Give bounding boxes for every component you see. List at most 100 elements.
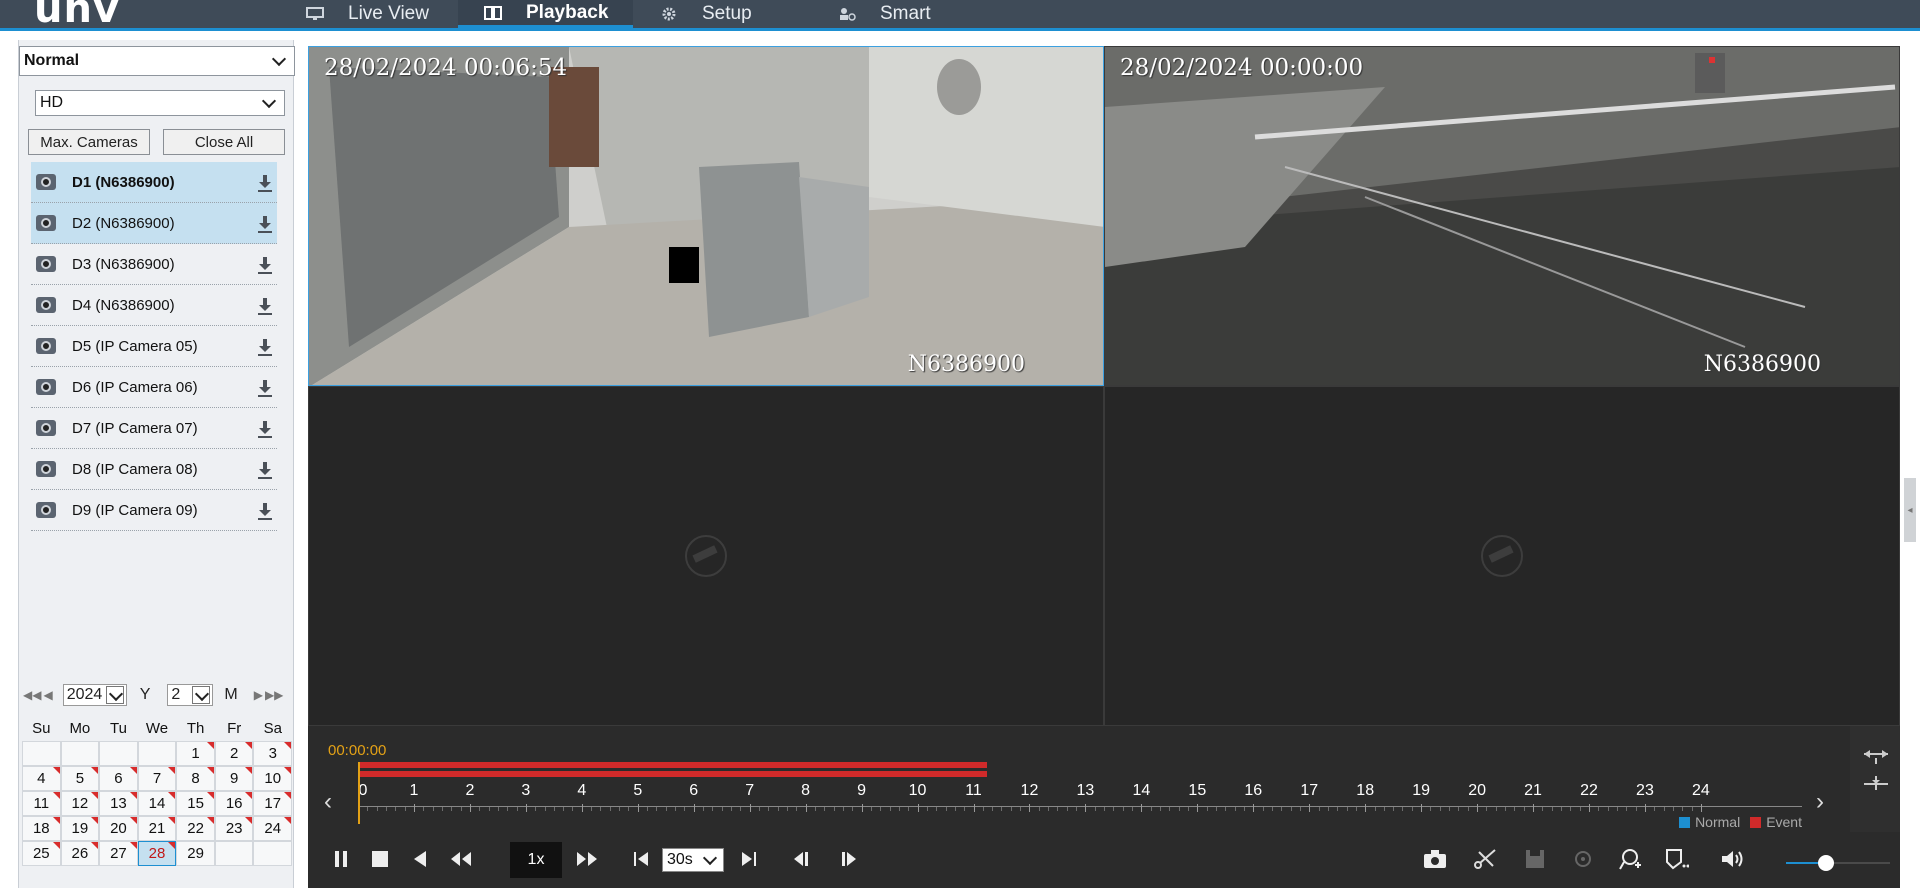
download-icon[interactable]: [258, 380, 272, 396]
calendar-day[interactable]: 17: [253, 791, 293, 816]
tab-setup[interactable]: Setup: [660, 0, 790, 28]
download-icon[interactable]: [258, 216, 272, 232]
download-icon[interactable]: [258, 462, 272, 478]
calendar-day[interactable]: 19: [60, 816, 100, 841]
tab-playback[interactable]: Playback: [458, 0, 633, 28]
year-select[interactable]: 2024: [62, 684, 127, 706]
stop-icon[interactable]: [367, 846, 393, 872]
timeline[interactable]: 00:00:00 0 1 2 3 4 5 6 7 8 9 10 11 12 13 14 15 16 17 18 19 2…: [308, 726, 1900, 832]
minor-tick: [1626, 807, 1628, 811]
calendar-day[interactable]: 6: [99, 766, 138, 791]
camera-item[interactable]: D3 (N6386900): [31, 244, 277, 285]
minor-tick: [833, 807, 835, 811]
download-icon[interactable]: [258, 503, 272, 519]
calendar-day[interactable]: 12: [60, 791, 100, 816]
volume-knob[interactable]: [1817, 855, 1834, 871]
calendar-day[interactable]: 29: [176, 841, 215, 866]
tab-smart[interactable]: Smart: [838, 0, 968, 28]
reverse-play-icon[interactable]: [407, 846, 433, 872]
volume-slider[interactable]: [1786, 855, 1890, 871]
tab-live-view[interactable]: Live View: [306, 0, 436, 28]
close-all-button[interactable]: Close All: [163, 129, 285, 155]
minor-tick: [796, 807, 798, 811]
next-year-icon[interactable]: ▶▶: [265, 688, 283, 702]
camera-item[interactable]: D8 (IP Camera 08): [31, 449, 277, 490]
camera-item[interactable]: D6 (IP Camera 06): [31, 367, 277, 408]
minor-tick: [880, 807, 882, 811]
chevron-down-icon: [701, 851, 719, 869]
download-icon[interactable]: [258, 175, 272, 191]
calendar-day[interactable]: 18: [22, 816, 61, 841]
calendar-day[interactable]: 23: [214, 816, 254, 841]
calendar-day[interactable]: 21: [137, 816, 177, 841]
pause-icon[interactable]: [328, 846, 354, 872]
download-icon[interactable]: [258, 339, 272, 355]
calendar-day[interactable]: 10: [253, 766, 293, 791]
calendar-day[interactable]: 1: [176, 741, 215, 766]
download-icon[interactable]: [258, 298, 272, 314]
calendar-day[interactable]: 27: [99, 841, 138, 866]
volume-icon[interactable]: [1720, 846, 1746, 872]
minor-tick: [1439, 807, 1441, 811]
camera-item[interactable]: D2 (N6386900): [31, 203, 277, 244]
calendar-day[interactable]: 20: [99, 816, 138, 841]
video-tile-3[interactable]: [308, 386, 1104, 726]
calendar-empty-cell: [99, 741, 138, 766]
calendar-day[interactable]: 9: [214, 766, 254, 791]
calendar-day[interactable]: 28: [137, 841, 177, 866]
tag-icon[interactable]: [1664, 846, 1690, 872]
camera-item[interactable]: D7 (IP Camera 07): [31, 408, 277, 449]
calendar-day[interactable]: 2: [214, 741, 254, 766]
stream-select[interactable]: HD: [35, 90, 285, 116]
camera-item[interactable]: D9 (IP Camera 09): [31, 490, 277, 531]
download-icon[interactable]: [258, 257, 272, 273]
calendar-day[interactable]: 26: [60, 841, 100, 866]
month-select[interactable]: 2: [167, 684, 214, 706]
calendar-day[interactable]: 22: [176, 816, 215, 841]
timeline-prev-icon[interactable]: ‹: [324, 788, 332, 816]
calendar-day[interactable]: 11: [22, 791, 61, 816]
prev-frame-icon[interactable]: [788, 846, 814, 872]
calendar-day[interactable]: 13: [99, 791, 138, 816]
video-tile-2[interactable]: 28/02/2024 00:00:00 N6386900: [1104, 46, 1900, 386]
calendar-day[interactable]: 8: [176, 766, 215, 791]
record-type-select[interactable]: Normal: [19, 46, 295, 76]
snapshot-icon[interactable]: [1422, 846, 1448, 872]
calendar-day[interactable]: 5: [60, 766, 100, 791]
download-icon[interactable]: [258, 421, 272, 437]
camera-item[interactable]: D1 (N6386900): [31, 162, 277, 203]
next-frame-icon[interactable]: [836, 846, 862, 872]
zoom-out-icon[interactable]: [1864, 748, 1888, 766]
prev-year-icon[interactable]: ◀◀: [23, 688, 41, 702]
calendar-day[interactable]: 25: [22, 841, 61, 866]
calendar-day[interactable]: 3: [253, 741, 293, 766]
collapse-handle-icon[interactable]: ◂: [1904, 478, 1916, 542]
calendar-day[interactable]: 4: [22, 766, 61, 791]
skip-back-icon[interactable]: [628, 846, 654, 872]
camera-item[interactable]: D4 (N6386900): [31, 285, 277, 326]
calendar-day[interactable]: 15: [176, 791, 215, 816]
next-month-icon[interactable]: ▶: [254, 688, 263, 702]
slow-down-icon[interactable]: [448, 846, 474, 872]
timeline-cursor[interactable]: [358, 762, 360, 824]
skip-interval-select[interactable]: 30s: [662, 848, 724, 872]
zoom-in-icon[interactable]: [1864, 774, 1888, 792]
calendar-day[interactable]: 24: [253, 816, 293, 841]
max-cameras-button[interactable]: Max. Cameras: [28, 129, 150, 155]
minor-tick: [1486, 807, 1488, 811]
timeline-scale[interactable]: 0 1 2 3 4 5 6 7 8 9 10 11 12 13 14 15 16 17 18 19 20 21 22 23 24: [358, 782, 1802, 832]
zoom-in-video-icon[interactable]: [1618, 846, 1644, 872]
clip-icon[interactable]: [1472, 846, 1498, 872]
prev-month-icon[interactable]: ◀: [43, 688, 52, 702]
save-clip-icon[interactable]: [1522, 846, 1548, 872]
calendar-day[interactable]: 7: [137, 766, 177, 791]
calendar-day[interactable]: 14: [137, 791, 177, 816]
video-tile-1[interactable]: 28/02/2024 00:06:54 N6386900: [308, 46, 1104, 386]
video-tile-4[interactable]: [1104, 386, 1900, 726]
skip-forward-icon[interactable]: [736, 846, 762, 872]
calendar-day[interactable]: 16: [214, 791, 254, 816]
timeline-next-icon[interactable]: ›: [1816, 788, 1824, 816]
camera-item[interactable]: D5 (IP Camera 05): [31, 326, 277, 367]
speed-up-icon[interactable]: [574, 846, 600, 872]
digital-zoom-icon[interactable]: [1570, 846, 1596, 872]
